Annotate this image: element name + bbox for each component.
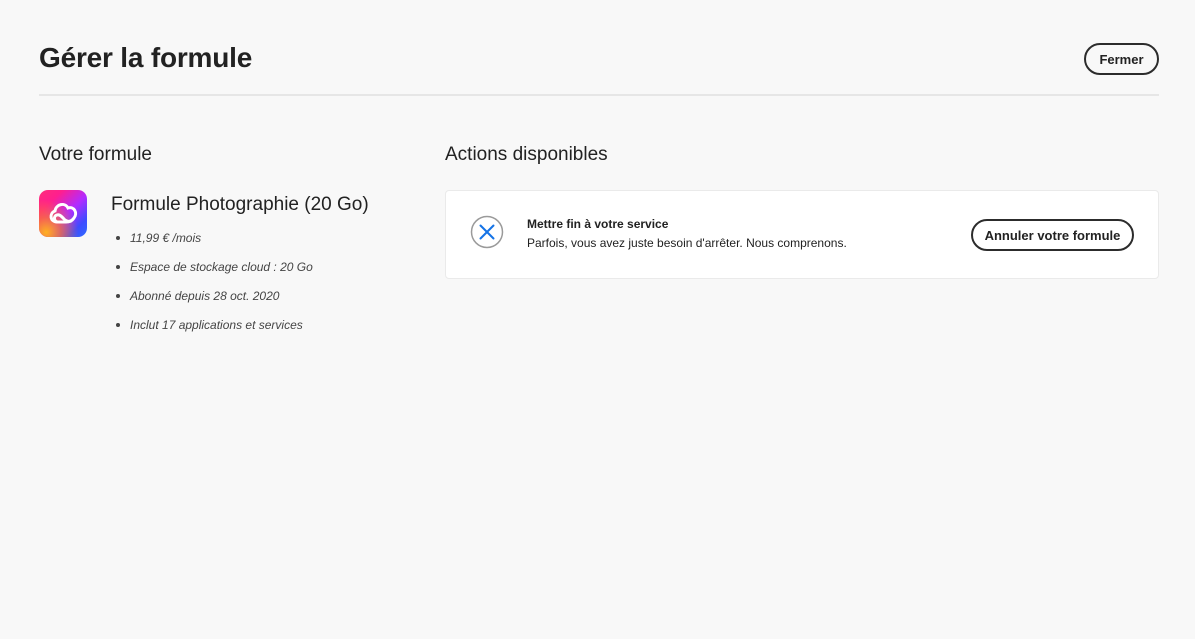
close-button[interactable]: Fermer xyxy=(1084,43,1159,75)
actions-section-title: Actions disponibles xyxy=(445,144,608,165)
cancel-service-card: Mettre fin à votre service Parfois, vous… xyxy=(445,190,1159,279)
cancel-plan-button[interactable]: Annuler votre formule xyxy=(971,219,1134,251)
plan-included-apps: Inclut 17 applications et services xyxy=(116,317,313,346)
plan-price: 11,99 € /mois xyxy=(116,230,313,259)
plan-name: Formule Photographie (20 Go) xyxy=(111,194,369,215)
page-header: Gérer la formule Fermer xyxy=(39,0,1159,96)
plan-subscribed-since: Abonné depuis 28 oct. 2020 xyxy=(116,288,313,317)
plan-details-list: 11,99 € /mois Espace de stockage cloud :… xyxy=(116,230,313,346)
creative-cloud-icon xyxy=(39,190,87,237)
close-circle-icon xyxy=(470,215,504,249)
cancel-service-description: Parfois, vous avez juste besoin d'arrête… xyxy=(527,236,847,250)
plan-storage: Espace de stockage cloud : 20 Go xyxy=(116,259,313,288)
page-title: Gérer la formule xyxy=(39,42,253,73)
plan-section-title: Votre formule xyxy=(39,144,152,165)
cancel-service-title: Mettre fin à votre service xyxy=(527,217,669,231)
